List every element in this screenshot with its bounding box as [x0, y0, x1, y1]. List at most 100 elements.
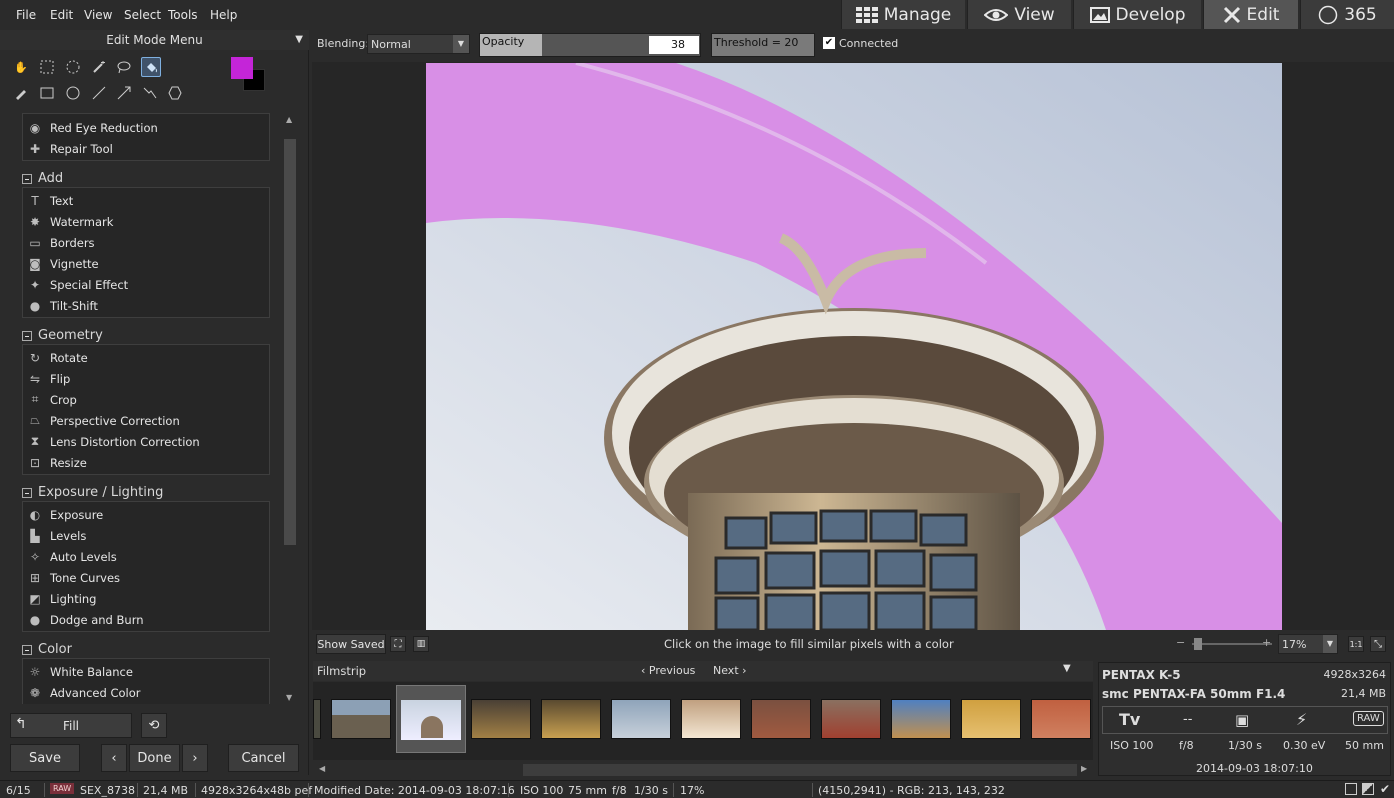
zoom-out-icon[interactable]: − [1176, 636, 1185, 649]
magic-wand-icon[interactable] [90, 58, 108, 76]
tool-rotate[interactable]: ↻ Rotate [28, 347, 88, 368]
line-icon[interactable] [90, 84, 108, 102]
group-header-color[interactable]: Color [22, 642, 72, 657]
menu-select[interactable]: Select [124, 8, 161, 22]
polygon-icon[interactable] [166, 84, 184, 102]
group-header-geometry[interactable]: Geometry [22, 328, 103, 343]
done-button[interactable]: Done [129, 744, 180, 772]
blending-select[interactable]: Normal ▼ [367, 34, 470, 54]
tool-perspective-correction[interactable]: ⏢ Perspective Correction [28, 410, 180, 431]
threshold-slider[interactable]: Threshold = 20 [711, 33, 815, 57]
tool-resize[interactable]: ⊡ Resize [28, 452, 87, 473]
zoom-select[interactable]: 17% ▼ [1278, 634, 1338, 654]
arrow-icon[interactable] [115, 84, 133, 102]
menu-edit[interactable]: Edit [50, 8, 73, 22]
show-saved-button[interactable]: Show Saved [316, 634, 386, 654]
thumbnail[interactable] [541, 699, 601, 739]
zoom-slider-thumb[interactable] [1194, 638, 1202, 650]
rectangle-icon[interactable] [38, 84, 56, 102]
scroll-left-icon[interactable]: ◀ [319, 764, 325, 773]
filmstrip-scrollbar[interactable] [523, 764, 1077, 776]
thumbnail[interactable] [821, 699, 881, 739]
polyline-icon[interactable] [141, 84, 159, 102]
menu-tools[interactable]: Tools [168, 8, 198, 22]
thumbnail[interactable] [1031, 699, 1091, 739]
fullscreen-icon[interactable]: ⤡ [1370, 636, 1386, 652]
group-header-add[interactable]: Add [22, 171, 63, 186]
opacity-slider[interactable]: Opacity 38 [479, 33, 701, 57]
connected-checkbox[interactable]: ✔ [823, 37, 835, 49]
histogram-toggle-icon[interactable]: ▥ [413, 636, 429, 652]
hand-icon[interactable]: ✋ [12, 58, 30, 76]
filmstrip-previous[interactable]: ‹ Previous [641, 664, 695, 677]
filmstrip-next[interactable]: Next › [713, 664, 747, 677]
mode-develop[interactable]: Develop [1073, 0, 1201, 29]
cancel-button[interactable]: Cancel [228, 744, 299, 772]
tool-lens-distortion-correction[interactable]: ⧗ Lens Distortion Correction [28, 431, 200, 452]
mode-manage[interactable]: Manage [841, 0, 965, 29]
layout-compare-icon[interactable] [1362, 783, 1374, 795]
thumbnail[interactable] [331, 699, 391, 739]
group-header-exposure-lighting[interactable]: Exposure / Lighting [22, 485, 163, 500]
tool-dodge-and-burn[interactable]: ● Dodge and Burn [28, 609, 144, 630]
thumbnail[interactable] [891, 699, 951, 739]
layout-single-icon[interactable] [1345, 783, 1357, 795]
mode-365[interactable]: 365 [1300, 0, 1394, 29]
mode-view[interactable]: View [967, 0, 1071, 29]
tool-crop[interactable]: ⌗ Crop [28, 389, 77, 410]
tool-repair[interactable]: ✚ Repair Tool [28, 138, 113, 159]
zoom-in-icon[interactable]: + [1262, 636, 1271, 649]
tool-advanced-color[interactable]: ❁ Advanced Color [28, 682, 141, 703]
thumbnail[interactable] [751, 699, 811, 739]
tool-white-balance[interactable]: ☼ White Balance [28, 661, 133, 682]
tool-borders[interactable]: ▭ Borders [28, 232, 94, 253]
marquee-icon[interactable] [38, 58, 56, 76]
previous-button[interactable]: ‹ [101, 744, 127, 772]
next-button[interactable]: › [182, 744, 208, 772]
brush-icon[interactable] [12, 84, 30, 102]
edited-photo[interactable] [426, 63, 1282, 630]
thumbnail[interactable] [471, 699, 531, 739]
tool-levels[interactable]: ▙ Levels [28, 525, 86, 546]
menu-help[interactable]: Help [210, 8, 237, 22]
tool-red-eye-reduction[interactable]: ◉ Red Eye Reduction [28, 117, 158, 138]
collapse-filmstrip-icon[interactable]: ▼ [1063, 663, 1071, 674]
tool-lighting[interactable]: ◩ Lighting [28, 588, 96, 609]
mode-edit[interactable]: Edit [1203, 0, 1298, 29]
move-selection-icon[interactable] [64, 58, 82, 76]
edit-mode-menu-header[interactable]: Edit Mode Menu ▼ [0, 30, 309, 50]
scroll-right-icon[interactable]: ▶ [1081, 764, 1087, 773]
menu-view[interactable]: View [84, 8, 112, 22]
thumbnail[interactable] [961, 699, 1021, 739]
tool-exposure[interactable]: ◐ Exposure [28, 504, 104, 525]
lasso-icon[interactable] [115, 58, 133, 76]
tools-list-scrollbar[interactable]: ▲ ▼ [283, 113, 297, 705]
thumbnail[interactable] [611, 699, 671, 739]
scroll-thumb[interactable] [284, 139, 296, 545]
opacity-value-field[interactable]: 38 [649, 36, 699, 54]
thumbnail[interactable] [681, 699, 741, 739]
tool-vignette[interactable]: ◙ Vignette [28, 253, 98, 274]
tool-special-effect[interactable]: ✦ Special Effect [28, 274, 128, 295]
tool-text[interactable]: T Text [28, 190, 73, 211]
reset-button[interactable]: ⟲ [141, 713, 167, 738]
fill-button[interactable]: ↰ Fill [10, 713, 132, 738]
tool-auto-levels[interactable]: ✧ Auto Levels [28, 546, 117, 567]
thumbnail-selected[interactable] [396, 685, 466, 753]
tool-flip[interactable]: ⇋ Flip [28, 368, 70, 389]
ellipse-icon[interactable] [64, 84, 82, 102]
menu-file[interactable]: File [16, 8, 36, 22]
checkmark-icon[interactable]: ✔ [1380, 782, 1390, 796]
tool-watermark[interactable]: ✸ Watermark [28, 211, 113, 232]
one-to-one-button[interactable]: 1:1 [1348, 636, 1364, 652]
scroll-up-icon[interactable]: ▲ [286, 115, 292, 124]
thumbnail[interactable] [313, 699, 321, 739]
tool-tilt-shift[interactable]: ● Tilt-Shift [28, 295, 98, 316]
scroll-down-icon[interactable]: ▼ [286, 693, 292, 702]
fit-screen-icon[interactable]: ⛶ [390, 636, 406, 652]
foreground-color-swatch[interactable] [231, 57, 253, 79]
save-button[interactable]: Save [10, 744, 80, 772]
bucket-fill-icon[interactable] [141, 57, 161, 77]
tool-tone-curves[interactable]: ⊞ Tone Curves [28, 567, 120, 588]
zoom-slider[interactable] [1192, 643, 1272, 645]
